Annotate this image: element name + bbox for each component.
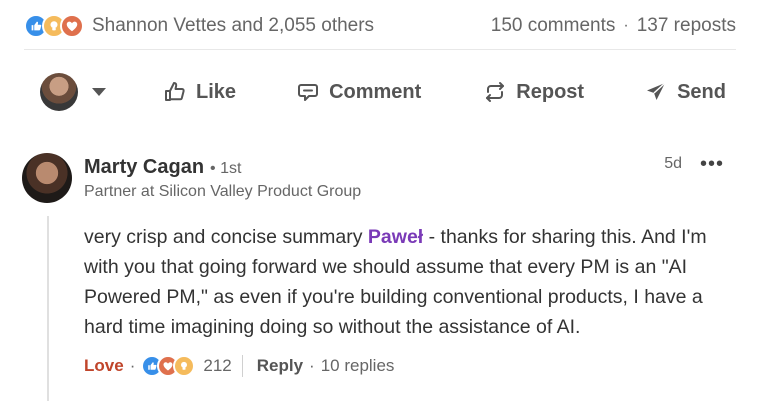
comment-text: very crisp and concise summary Paweł - t… — [84, 222, 734, 342]
repost-button[interactable]: Repost — [473, 72, 594, 112]
comment-text-start: very crisp and concise summary — [84, 226, 368, 248]
comments-count-link[interactable]: 150 comments — [491, 15, 616, 37]
connection-degree: • 1st — [210, 160, 242, 177]
send-label: Send — [677, 80, 726, 103]
comment-actions: Love · 212 Reply · 10 replies — [84, 355, 394, 377]
mention-link[interactable]: Paweł — [368, 226, 423, 248]
repost-icon — [486, 82, 505, 102]
separator-dot: · — [623, 17, 629, 34]
insightful-icon — [173, 355, 196, 377]
engagement-counts: 150 comments · 137 reposts — [491, 15, 736, 37]
comment-reaction-stack[interactable] — [141, 355, 196, 377]
thumbs-up-icon — [165, 82, 185, 101]
chevron-down-icon — [92, 88, 106, 96]
commenter-avatar[interactable] — [22, 153, 72, 203]
like-button[interactable]: Like — [153, 72, 246, 112]
reactors-text[interactable]: Shannon Vettes and 2,055 others — [92, 15, 374, 37]
reactions-summary[interactable]: Shannon Vettes and 2,055 others — [24, 14, 374, 38]
divider — [24, 49, 736, 50]
comment-timestamp: 5d — [664, 155, 682, 172]
react-button[interactable]: Love — [84, 356, 124, 376]
thread-line — [47, 216, 49, 401]
footer-divider — [241, 355, 243, 377]
social-counts-bar: Shannon Vettes and 2,055 others 150 comm… — [24, 10, 736, 42]
comment-label: Comment — [329, 80, 422, 103]
actor-switcher[interactable] — [24, 73, 153, 111]
love-icon — [60, 14, 84, 38]
send-icon — [647, 82, 666, 100]
comment-header: Marty Cagan • 1st Partner at Silicon Val… — [84, 156, 361, 201]
commenter-headline: Partner at Silicon Valley Product Group — [84, 183, 362, 200]
send-button[interactable]: Send — [634, 72, 736, 112]
reaction-count[interactable]: 212 — [203, 356, 231, 376]
comment-icon — [298, 84, 319, 101]
replies-link[interactable]: 10 replies — [321, 356, 395, 376]
post-actions-bar: Like Comment Repost Send — [24, 66, 736, 118]
separator-dot: · — [309, 356, 315, 375]
reaction-icon-stack — [24, 14, 84, 38]
separator-dot: · — [129, 356, 136, 375]
more-options-icon[interactable]: ••• — [700, 153, 724, 176]
repost-label: Repost — [516, 80, 585, 103]
reply-button[interactable]: Reply — [257, 356, 303, 376]
comment-button[interactable]: Comment — [286, 72, 431, 112]
commenter-name[interactable]: Marty Cagan — [84, 156, 204, 179]
avatar — [40, 73, 78, 111]
like-label: Like — [196, 80, 237, 103]
reposts-count-link[interactable]: 137 reposts — [637, 15, 736, 37]
